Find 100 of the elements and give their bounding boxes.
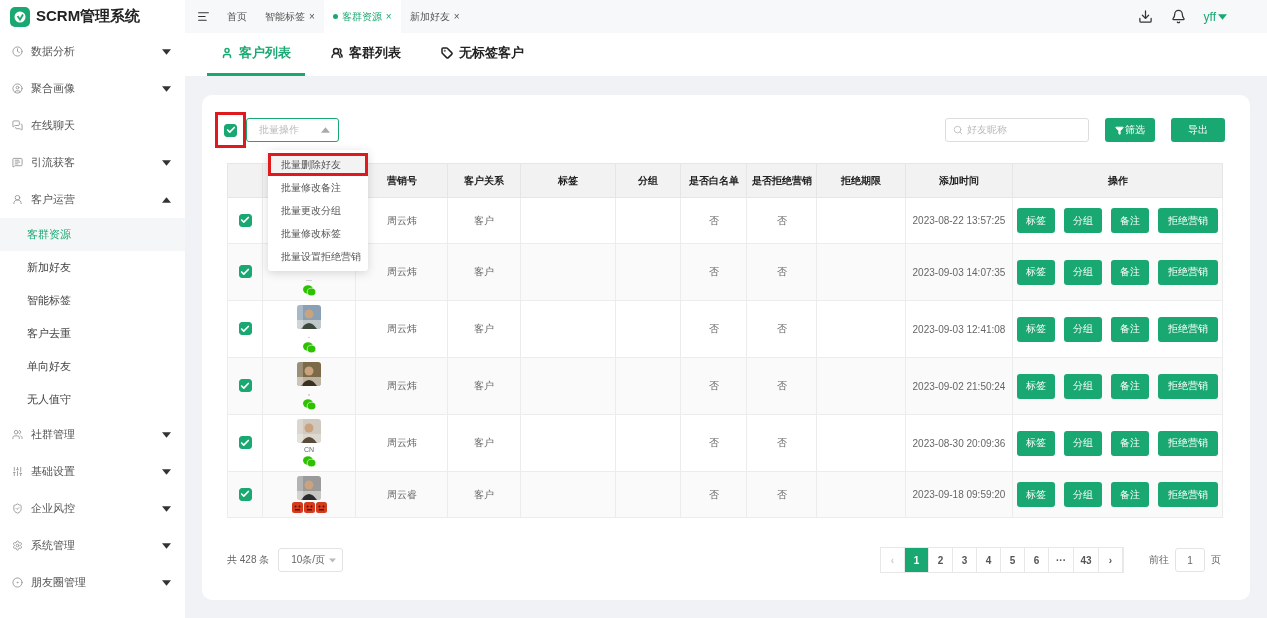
page-tab[interactable]: 客群资源 × <box>323 0 401 33</box>
select-all-checkbox[interactable] <box>224 123 237 137</box>
caret-icon <box>162 85 171 92</box>
table-cell: 周云炜 <box>386 214 417 226</box>
chat-bubbles-icon <box>302 342 316 353</box>
nav-item[interactable]: 聚合画像 <box>0 70 185 107</box>
nav-item[interactable]: 引流获客 <box>0 144 185 181</box>
user-icon <box>221 47 233 59</box>
table-cell: 2023-09-03 14:07:35 <box>912 266 1006 278</box>
shield-icon <box>12 503 23 514</box>
row-checkbox[interactable] <box>238 213 252 227</box>
column-header: 客户关系 <box>464 174 504 186</box>
table-cell: 否 <box>708 323 719 334</box>
table-cell: 2023-08-30 20:09:36 <box>912 437 1006 449</box>
table-cell: 否 <box>708 437 719 448</box>
column-header: 添加时间 <box>939 174 979 186</box>
page-tab[interactable]: 首页 <box>218 0 256 33</box>
total-count: 共 428 条 <box>227 553 270 567</box>
nav-item[interactable]: 企业风控 <box>0 490 185 527</box>
page-tab[interactable]: 新加好友 × <box>400 0 469 33</box>
row-checkbox[interactable] <box>238 265 252 279</box>
caret-icon <box>162 48 171 55</box>
emoji-icon <box>291 502 303 513</box>
caret-icon <box>1218 13 1227 20</box>
menu-item[interactable]: 批量更改分组 <box>268 199 368 222</box>
emoji-icon <box>303 502 315 513</box>
users-icon <box>331 47 343 59</box>
active-dot-icon <box>332 14 338 19</box>
sub-tab[interactable]: 客群列表 <box>317 33 415 76</box>
goto-label: 前往 <box>1149 553 1169 567</box>
table-cell: 周云睿 <box>386 488 417 500</box>
filter-icon <box>1115 125 1124 135</box>
table-cell: 客户 <box>474 488 494 500</box>
column-header: 拒绝期限 <box>841 174 881 186</box>
row-checkbox[interactable] <box>238 487 252 501</box>
settings-icon <box>12 540 23 551</box>
menu-item[interactable]: 批量设置拒绝营销 <box>268 245 368 268</box>
nav-item[interactable]: 客户运营 <box>0 181 185 218</box>
table-cell: 否 <box>708 214 719 226</box>
column-header: 分组 <box>638 174 658 186</box>
caret-icon <box>321 127 330 133</box>
nav-item[interactable]: 朋友圈管理 <box>0 564 185 601</box>
logo-icon <box>10 6 30 27</box>
goto-page-field[interactable]: 1 <box>1175 548 1205 572</box>
table-cell: 否 <box>776 380 787 391</box>
chat-bubbles-icon <box>302 285 316 296</box>
caret-icon <box>162 431 171 438</box>
chat-icon <box>12 120 23 131</box>
page-size-select[interactable]: 10条/页 <box>278 548 344 572</box>
table-cell: 2023-09-03 12:41:08 <box>912 323 1006 335</box>
table-cell: 2023-09-02 21:50:24 <box>912 380 1006 392</box>
sub-tab[interactable]: 无标签客户 <box>427 33 538 76</box>
table-cell: 否 <box>708 488 719 500</box>
nav-item[interactable]: 系统管理 <box>0 527 185 564</box>
table-cell: 客户 <box>474 380 494 391</box>
table-cell: 周云炜 <box>386 323 417 334</box>
caret-icon <box>162 159 171 166</box>
caret-icon <box>162 196 171 203</box>
caret-icon <box>162 579 171 586</box>
user-icon <box>12 194 23 205</box>
clock-icon <box>12 46 23 57</box>
table-cell: 客户 <box>474 266 494 277</box>
caret-icon <box>162 468 171 475</box>
row-checkbox[interactable] <box>238 436 252 450</box>
bell-icon[interactable] <box>1170 9 1186 24</box>
table-cell: 周云炜 <box>386 437 417 448</box>
table-cell: 客户 <box>474 437 494 448</box>
menu-item[interactable]: 批量修改备注 <box>268 176 368 199</box>
menu-item[interactable]: 批量修改标签 <box>268 222 368 245</box>
table-cell: 否 <box>708 380 719 391</box>
chat-bubbles-icon <box>302 456 316 467</box>
table-cell: 否 <box>776 214 787 226</box>
row-checkbox[interactable] <box>238 379 252 393</box>
nav-item[interactable]: 数据分析 <box>0 33 185 70</box>
download-icon[interactable] <box>1137 9 1153 24</box>
users-icon <box>12 429 23 440</box>
column-header: 是否白名单 <box>688 174 739 186</box>
row-checkbox[interactable] <box>238 322 252 336</box>
menu-icon[interactable] <box>197 10 210 23</box>
tag-icon <box>441 47 453 59</box>
column-header: 标签 <box>558 174 578 186</box>
table-cell: 否 <box>776 266 787 277</box>
brand-name: SCRM管理系统 <box>36 7 141 26</box>
column-header: 营销号 <box>386 174 417 186</box>
table-cell: 周云炜 <box>386 266 417 277</box>
nav-item[interactable]: 在线聊天 <box>0 107 185 144</box>
table-cell: 客户 <box>474 214 494 226</box>
table-cell: 2023-08-22 13:57:25 <box>912 215 1006 226</box>
search-icon <box>953 125 963 135</box>
nav-item[interactable]: 社群管理 <box>0 416 185 453</box>
message-icon <box>12 157 23 168</box>
person-circle-icon <box>12 83 23 94</box>
nav-item[interactable]: 基础设置 <box>0 453 185 490</box>
column-header: 是否拒绝营销 <box>751 174 812 186</box>
page-tab[interactable]: 智能标签 × <box>256 0 324 33</box>
table-cell: 否 <box>708 266 719 277</box>
sliders-icon <box>12 466 23 477</box>
table-cell: 否 <box>776 437 787 448</box>
table-cell: 否 <box>776 323 787 334</box>
menu-item[interactable]: 批量删除好友 <box>268 153 368 176</box>
